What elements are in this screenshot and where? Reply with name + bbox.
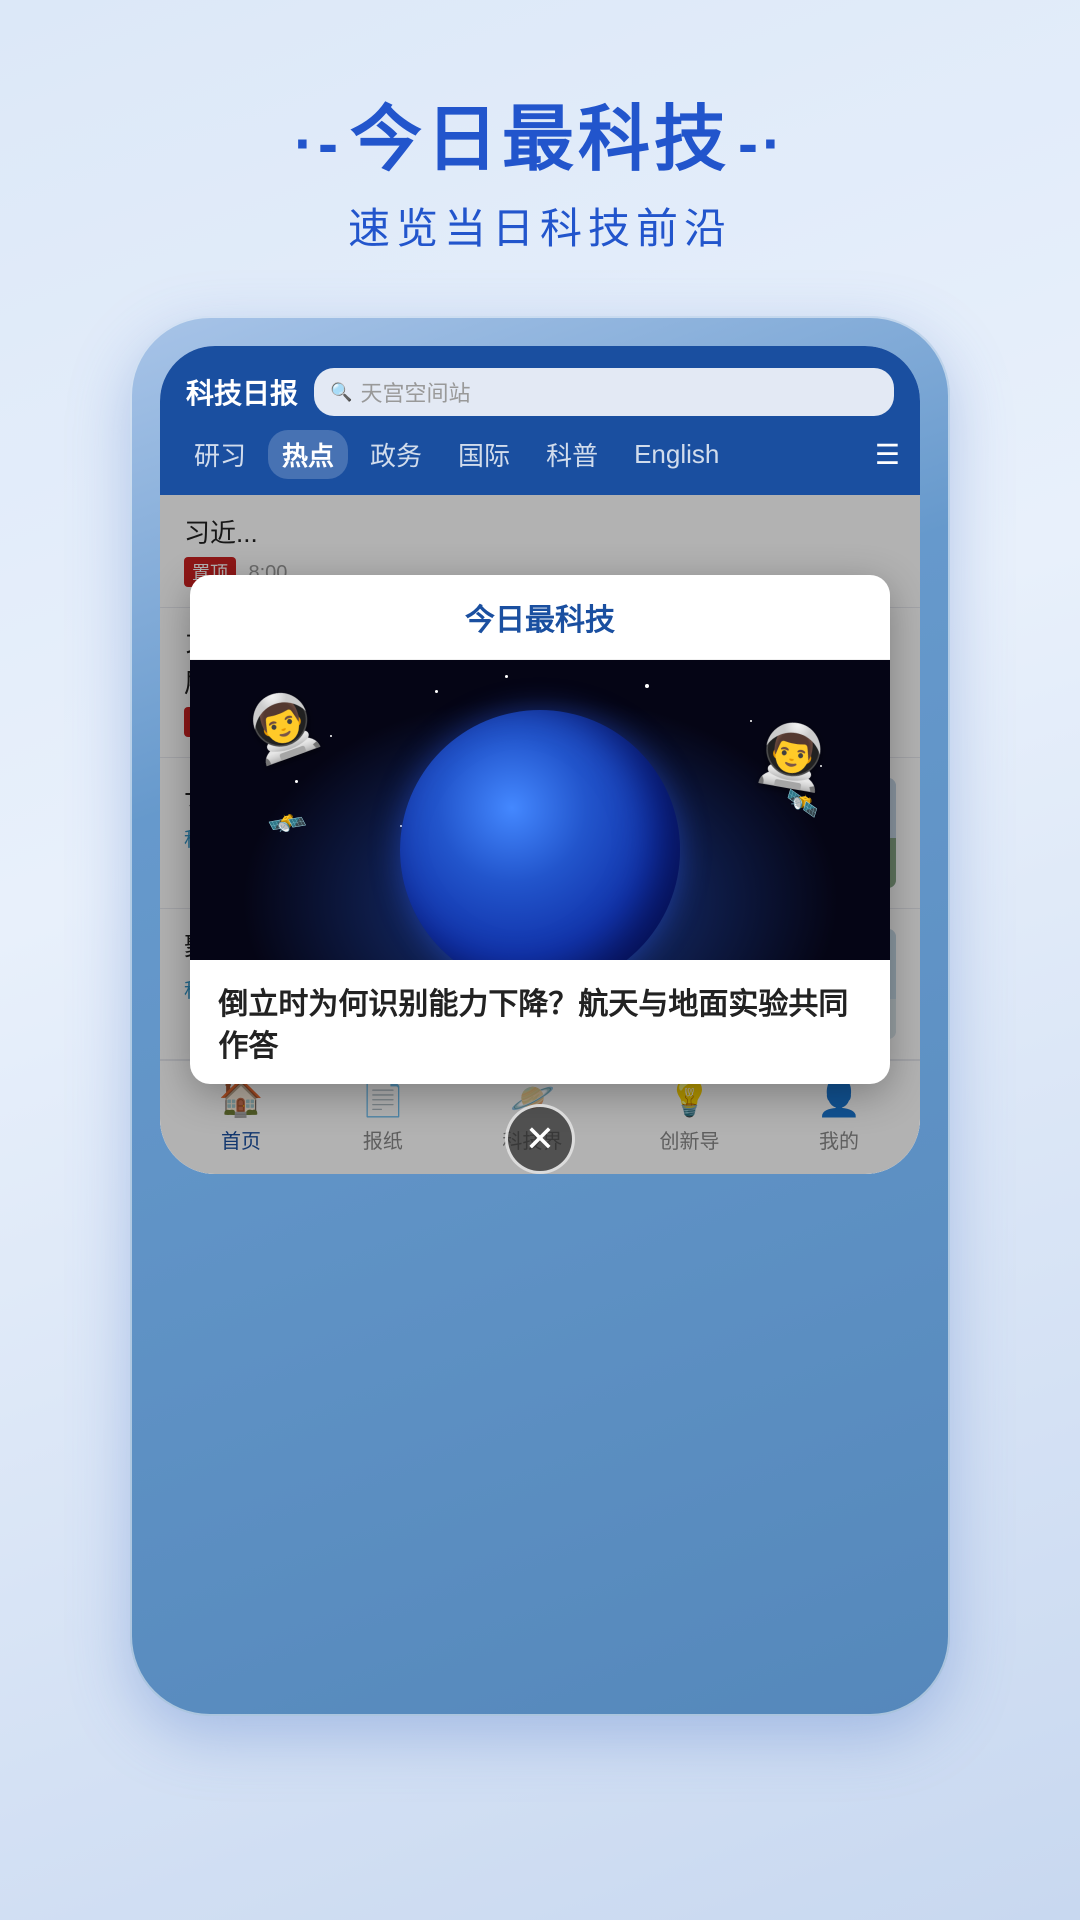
popup-overlay: 今日最科技: [160, 495, 920, 1174]
nav-item-redian[interactable]: 热点: [268, 430, 348, 479]
popup-header: 今日最科技: [190, 575, 889, 660]
nav-item-english[interactable]: English: [620, 433, 733, 476]
page-subtitle: 速览当日科技前沿: [348, 195, 732, 256]
app-logo: 科技日报: [186, 372, 298, 412]
nav-item-guoji[interactable]: 国际: [444, 430, 524, 479]
popup-image: 👨‍🚀 👨‍🚀 🛰️ 🛰️: [190, 660, 889, 960]
page-title: 今日最科技: [294, 80, 786, 185]
popup-close-area: ✕: [505, 1104, 575, 1174]
popup-title: 今日最科技: [220, 595, 859, 639]
app-header: 科技日报 🔍 天宫空间站: [160, 346, 920, 430]
nav-item-kepu[interactable]: 科普: [532, 430, 612, 479]
search-input-placeholder: 天宫空间站: [360, 376, 470, 408]
phone-frame: 科技日报 🔍 天宫空间站 研习 热点 政务 国际 科普 English ☰ 习近…: [130, 316, 950, 1716]
news-area: 习近... 置顶 8:00 习近...发展进... 置顶 8:00 长征六号一前…: [160, 495, 920, 1174]
nav-more-icon[interactable]: ☰: [875, 438, 900, 471]
phone-inner: 科技日报 🔍 天宫空间站 研习 热点 政务 国际 科普 English ☰ 习近…: [160, 346, 920, 1174]
search-icon: 🔍: [330, 382, 352, 403]
popup-body: 倒立时为何识别能力下降？航天与地面实验共同作答 最近，科学家们通过航天和地面实验…: [190, 960, 889, 1084]
nav-bar: 研习 热点 政务 国际 科普 English ☰: [160, 430, 920, 495]
search-bar[interactable]: 🔍 天宫空间站: [314, 368, 894, 416]
popup-article-title: 倒立时为何识别能力下降？航天与地面实验共同作答: [218, 984, 861, 1068]
popup-card: 今日最科技: [190, 575, 889, 1084]
nav-item-yanxi[interactable]: 研习: [180, 430, 260, 479]
popup-close-button[interactable]: ✕: [505, 1104, 575, 1174]
nav-item-zhengwu[interactable]: 政务: [356, 430, 436, 479]
